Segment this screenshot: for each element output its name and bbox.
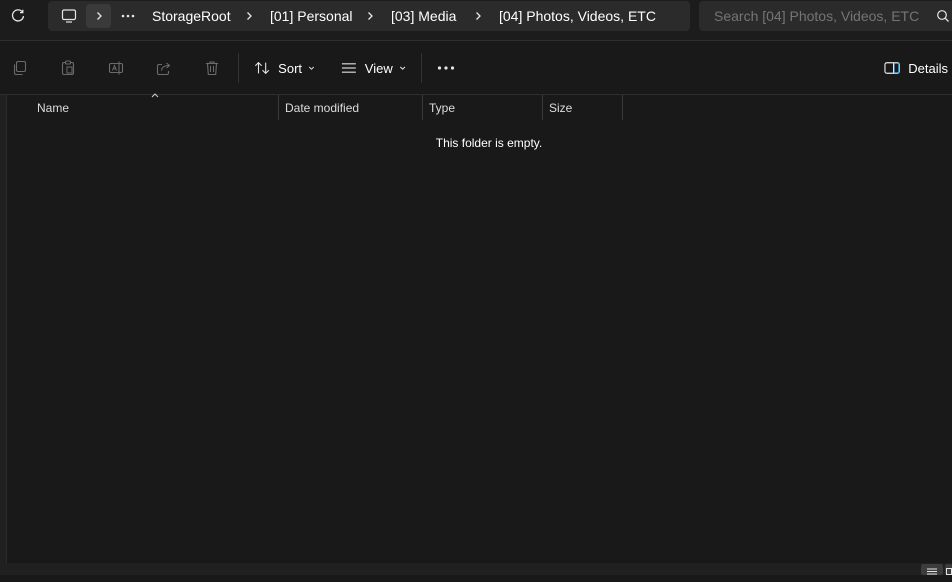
chevron-right-icon — [247, 12, 252, 20]
refresh-icon — [11, 9, 25, 22]
copy-icon — [13, 60, 27, 76]
search-icon — [937, 10, 949, 22]
details-pane-button[interactable]: Details — [884, 55, 948, 81]
rename-icon — [108, 61, 124, 75]
details-label: Details — [908, 60, 948, 76]
paste-button[interactable] — [56, 55, 80, 81]
column-divider[interactable] — [542, 95, 543, 120]
view-button[interactable]: View — [341, 55, 407, 81]
column-size-label: Size — [549, 100, 573, 115]
tiles-view-icon — [946, 568, 952, 575]
breadcrumb-separator[interactable] — [242, 1, 256, 31]
file-list[interactable]: Name Date modified Type Size This folder… — [0, 93, 952, 563]
chevron-down-icon — [399, 66, 406, 70]
view-label: View — [364, 60, 393, 76]
delete-icon — [206, 61, 218, 76]
share-icon — [156, 62, 171, 76]
sort-button[interactable]: Sort — [254, 55, 316, 81]
breadcrumb-separator[interactable] — [363, 1, 377, 31]
hidden-crumbs-button[interactable] — [118, 1, 138, 31]
see-more-button[interactable] — [434, 55, 458, 81]
column-divider[interactable] — [622, 95, 623, 120]
column-name-label: Name — [37, 100, 70, 115]
chevron-right-icon — [368, 12, 373, 20]
breadcrumb-media[interactable]: [03] Media — [391, 1, 456, 31]
paste-icon — [61, 60, 75, 76]
location-expand-button[interactable] — [86, 4, 111, 28]
computer-icon — [61, 9, 77, 23]
sort-label: Sort — [278, 60, 303, 76]
chevron-right-icon — [96, 12, 102, 20]
breadcrumb-personal[interactable]: [01] Personal — [270, 1, 353, 31]
this-pc-button[interactable] — [56, 1, 82, 31]
column-header-type[interactable]: Type — [429, 95, 541, 120]
breadcrumb-label: StorageRoot — [152, 8, 231, 24]
share-button[interactable] — [152, 55, 176, 81]
sort-ascending-icon — [151, 93, 159, 98]
breadcrumb-label: [01] Personal — [270, 8, 353, 24]
column-type-label: Type — [429, 100, 456, 115]
column-divider[interactable] — [278, 95, 279, 120]
copy-button[interactable] — [8, 55, 32, 81]
more-horizontal-icon — [437, 66, 455, 70]
details-view-icon — [927, 568, 937, 575]
column-header-size[interactable]: Size — [549, 95, 621, 120]
chevron-right-icon — [476, 12, 481, 20]
empty-folder-message: This folder is empty. — [435, 136, 543, 150]
search-input[interactable] — [714, 8, 929, 24]
search-box[interactable] — [699, 1, 952, 31]
toolbar-separator — [238, 53, 239, 83]
breadcrumb-label: [04] Photos, Videos, ETC — [499, 8, 656, 24]
delete-button[interactable] — [200, 55, 224, 81]
status-bar — [0, 563, 952, 575]
address-bar[interactable]: StorageRoot [01] Personal [03] Media [04… — [48, 1, 690, 31]
column-divider[interactable] — [422, 95, 423, 120]
details-view-toggle[interactable] — [921, 564, 943, 575]
sort-icon — [254, 61, 270, 75]
navigation-bar: StorageRoot [01] Personal [03] Media [04… — [0, 0, 952, 40]
details-pane-icon — [884, 62, 900, 74]
large-icons-view-toggle[interactable] — [945, 564, 952, 575]
column-date-label: Date modified — [285, 100, 360, 115]
refresh-button[interactable] — [6, 5, 30, 27]
view-icon — [341, 63, 356, 73]
breadcrumb-separator[interactable] — [471, 1, 485, 31]
breadcrumb-photos-videos-etc[interactable]: [04] Photos, Videos, ETC — [499, 1, 656, 31]
rename-button[interactable] — [104, 55, 128, 81]
navigation-pane-edge — [0, 95, 7, 563]
chevron-down-icon — [308, 66, 315, 70]
toolbar-separator — [421, 53, 422, 83]
breadcrumb-storageroot[interactable]: StorageRoot — [152, 1, 231, 31]
more-horizontal-icon — [121, 14, 135, 18]
breadcrumb-label: [03] Media — [391, 8, 457, 24]
column-header-date-modified[interactable]: Date modified — [285, 95, 421, 120]
command-bar: Sort View Details — [0, 41, 952, 94]
